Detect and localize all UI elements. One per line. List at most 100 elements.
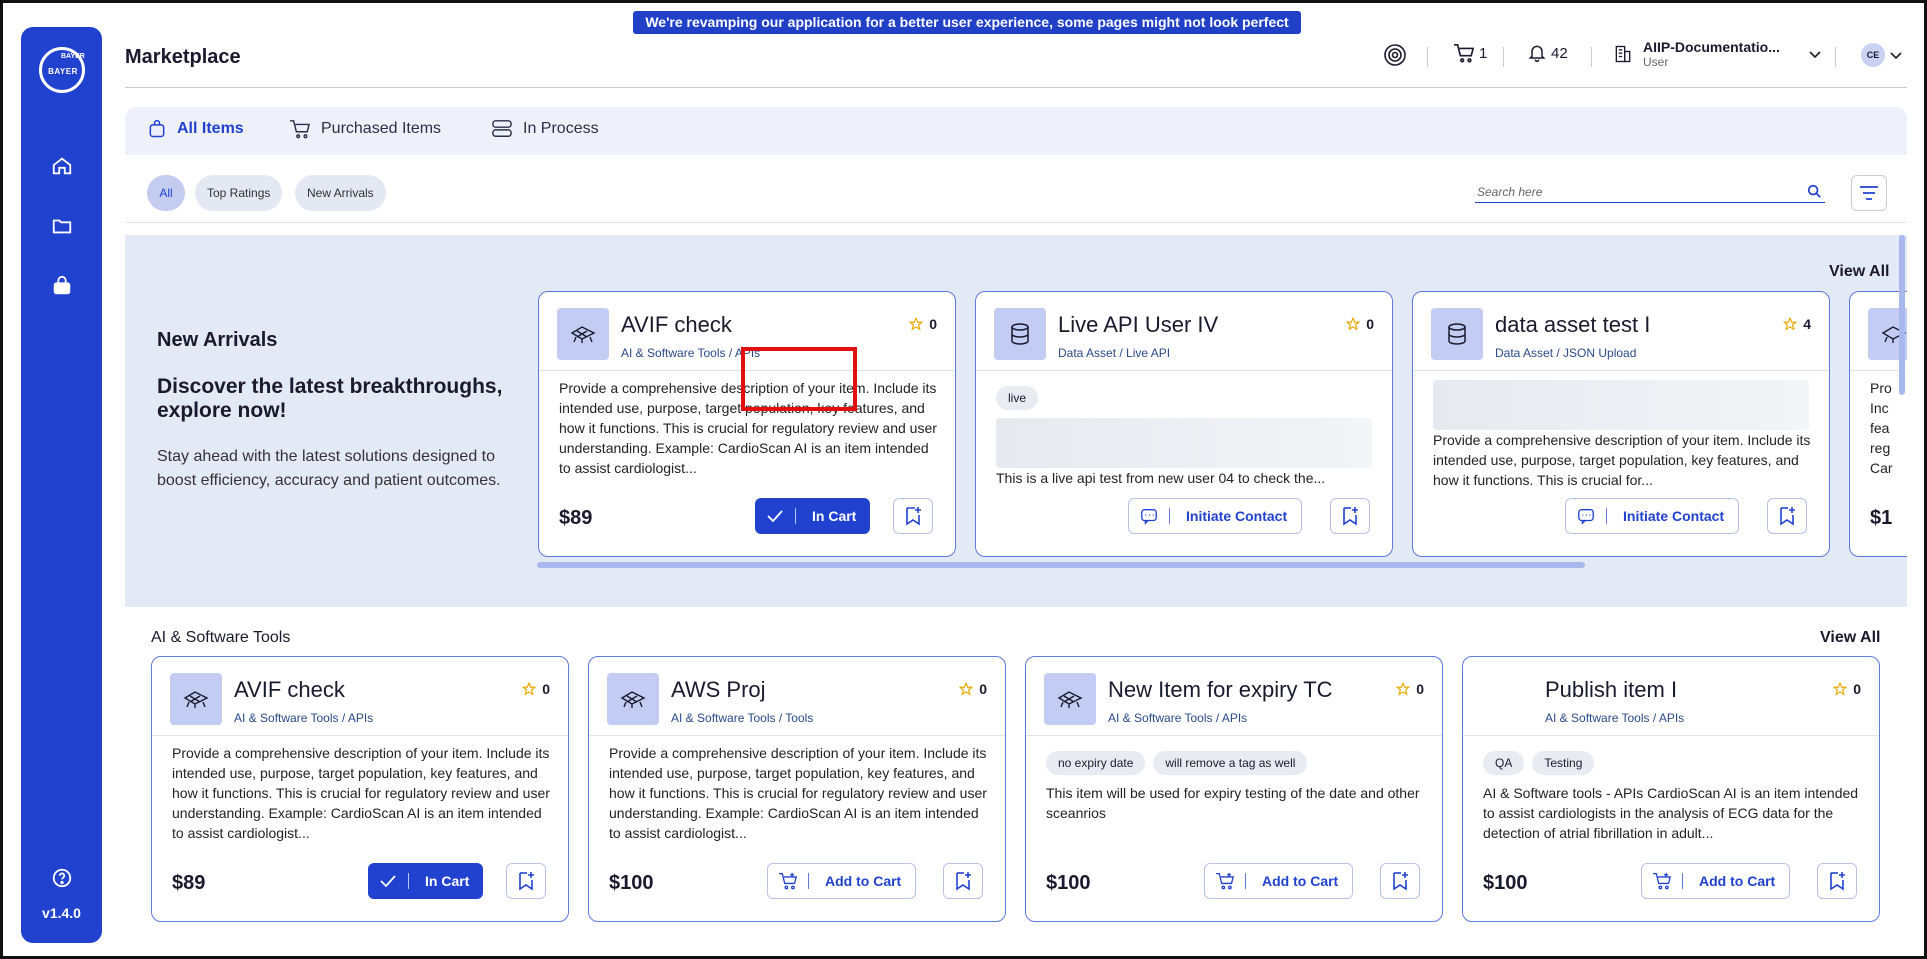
tag: will remove a tag as well: [1153, 751, 1308, 775]
view-all-link[interactable]: View All: [1820, 629, 1880, 647]
settings-dial-icon[interactable]: [1383, 43, 1407, 67]
user-menu[interactable]: CE: [1861, 43, 1903, 67]
rating-value: 0: [1853, 681, 1861, 697]
logo-vertical-text: BAYER: [61, 53, 85, 60]
product-card[interactable]: AVIF check AI & Software Tools / APIs 0 …: [151, 656, 569, 922]
in-cart-button[interactable]: In Cart: [755, 498, 871, 534]
bookmark-button[interactable]: [1817, 863, 1857, 899]
card-title: Publish item I: [1545, 677, 1678, 702]
bookmark-button[interactable]: [506, 863, 546, 899]
initiate-contact-button[interactable]: Initiate Contact: [1128, 498, 1303, 534]
product-thumbnail: [994, 308, 1046, 360]
bookmark-button[interactable]: [1767, 498, 1807, 534]
chip-all[interactable]: All: [147, 175, 185, 211]
new-arrivals-headline: Discover the latest breakthroughs, explo…: [157, 375, 503, 422]
card-category: AI & Software Tools / APIs: [621, 346, 761, 360]
card-title: AWS Proj: [671, 677, 766, 702]
card-rating: 0: [1346, 316, 1374, 332]
horizontal-scrollbar[interactable]: [537, 562, 1585, 568]
ai-tool-icon: [620, 691, 646, 708]
vertical-scrollbar[interactable]: [1899, 235, 1905, 395]
card-title: data asset test I: [1495, 312, 1651, 337]
database-icon: [1011, 323, 1029, 345]
star-icon: [959, 682, 974, 696]
home-icon[interactable]: [49, 153, 75, 179]
card-divider: [589, 735, 1005, 736]
button-label: Initiate Contact: [1186, 508, 1288, 524]
rating-value: 0: [1416, 681, 1424, 697]
card-category: Data Asset / JSON Upload: [1495, 346, 1637, 360]
stack-icon: [492, 120, 512, 137]
star-icon: [909, 317, 924, 331]
star-icon: [522, 682, 537, 696]
sidebar: BAYER BAYER v1.4.0: [21, 27, 102, 943]
cart-icon: [1454, 44, 1475, 63]
add-to-cart-button[interactable]: Add to Cart: [1641, 863, 1791, 899]
tab-all-items[interactable]: All Items: [147, 119, 244, 139]
highlight-box: [741, 347, 857, 411]
add-to-cart-button[interactable]: Add to Cart: [767, 863, 917, 899]
bookmark-add-icon: [519, 872, 534, 891]
tab-label: Purchased Items: [321, 120, 442, 137]
product-card[interactable]: data asset test I Data Asset / JSON Uplo…: [1412, 291, 1830, 557]
help-icon[interactable]: [49, 865, 75, 891]
view-all-link[interactable]: View All: [1829, 263, 1889, 281]
image-placeholder: [1433, 380, 1809, 430]
button-label: In Cart: [425, 873, 470, 889]
bookmark-button[interactable]: [893, 498, 933, 534]
in-cart-button[interactable]: In Cart: [368, 863, 484, 899]
chip-new-arrivals[interactable]: New Arrivals: [295, 175, 386, 211]
new-arrivals-section: New Arrivals Discover the latest breakth…: [125, 235, 1907, 607]
product-thumbnail: [557, 308, 609, 360]
bookmark-button[interactable]: [943, 863, 983, 899]
cart-add-icon: [1653, 872, 1672, 890]
chip-top-ratings[interactable]: Top Ratings: [195, 175, 283, 211]
bag-icon: [149, 119, 165, 138]
filter-bar: All Top Ratings New Arrivals Search here: [125, 155, 1907, 223]
card-rating: 4: [1783, 316, 1811, 332]
revamp-banner: We're revamping our application for a be…: [633, 11, 1301, 53]
rating-value: 0: [1366, 316, 1374, 332]
card-title: New Item for expiry TC: [1108, 677, 1333, 702]
card-description: AI & Software tools - APIs CardioScan AI…: [1483, 785, 1859, 841]
product-card[interactable]: Live API User IV Data Asset / Live API 0…: [975, 291, 1393, 557]
rating-value: 4: [1803, 316, 1811, 332]
bookmark-button[interactable]: [1330, 498, 1370, 534]
product-card[interactable]: New Item for expiry TC AI & Software Too…: [1025, 656, 1443, 922]
tag: Testing: [1532, 751, 1595, 775]
product-card[interactable]: AVIF check AI & Software Tools / APIs 0 …: [538, 291, 956, 557]
card-price: $100: [609, 872, 654, 894]
tab-label: All Items: [177, 120, 244, 137]
bookmark-button[interactable]: [1380, 863, 1420, 899]
card-divider: [1026, 735, 1442, 736]
notifications-button[interactable]: 42: [1527, 43, 1568, 63]
marketplace-bag-icon[interactable]: [49, 273, 75, 299]
button-label: Add to Cart: [1262, 873, 1339, 889]
product-card[interactable]: Publish item I AI & Software Tools / API…: [1462, 656, 1880, 922]
star-icon: [1346, 317, 1361, 331]
initiate-contact-button[interactable]: Initiate Contact: [1565, 498, 1740, 534]
section-title: AI & Software Tools: [151, 629, 291, 646]
ai-tool-icon: [183, 691, 209, 708]
tag: no expiry date: [1046, 751, 1146, 775]
add-to-cart-button[interactable]: Add to Cart: [1204, 863, 1354, 899]
search-input[interactable]: Search here: [1475, 181, 1825, 203]
tab-in-process[interactable]: In Process: [491, 119, 599, 139]
product-card[interactable]: AWS Proj AI & Software Tools / Tools 0 P…: [588, 656, 1006, 922]
card-divider: [976, 370, 1392, 371]
chat-icon: [1578, 509, 1594, 525]
card-description: Provide a comprehensive description of y…: [172, 745, 550, 841]
bayer-logo[interactable]: BAYER BAYER: [39, 47, 85, 93]
filter-button[interactable]: [1851, 175, 1887, 211]
cart-button[interactable]: 1: [1453, 43, 1487, 63]
product-thumbnail: [607, 673, 659, 725]
tag: QA: [1483, 751, 1525, 775]
ai-tool-icon: [570, 326, 596, 343]
search-icon: [1807, 184, 1821, 198]
folder-icon[interactable]: [49, 213, 75, 239]
org-selector[interactable]: AIIP-Documentatio... User: [1613, 39, 1822, 69]
bell-icon: [1528, 45, 1546, 63]
check-icon: [380, 875, 396, 887]
tab-purchased-items[interactable]: Purchased Items: [289, 119, 441, 139]
ai-tool-icon: [1057, 691, 1083, 708]
